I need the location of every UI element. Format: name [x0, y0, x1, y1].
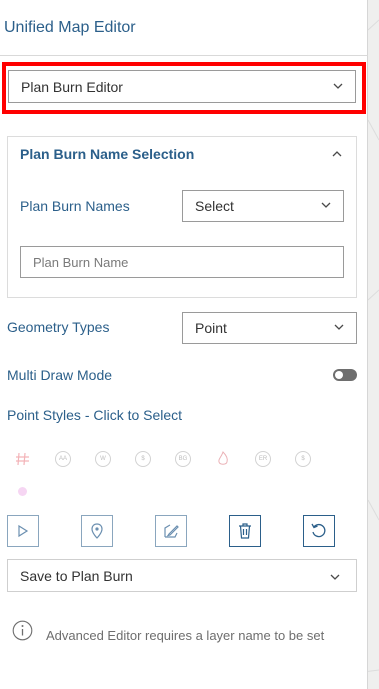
pointer-icon: [18, 524, 29, 538]
chevron-down-icon: [321, 202, 331, 208]
point-styles-label: Point Styles - Click to Select: [7, 407, 183, 423]
geometry-types-value: Point: [195, 320, 227, 336]
aa-icon[interactable]: AA: [55, 451, 71, 467]
editor-panel: Unified Map Editor Plan Burn Editor Plan…: [0, 0, 368, 689]
edit-icon: [164, 524, 179, 538]
plan-burn-name-input[interactable]: [20, 246, 344, 278]
refresh-icon: [311, 523, 326, 538]
trash-icon: [239, 523, 251, 539]
geometry-types-select[interactable]: Point: [182, 312, 357, 344]
info-message: Advanced Editor requires a layer name to…: [46, 628, 325, 643]
chevron-down-icon: [330, 574, 340, 580]
delete-tool-button[interactable]: [229, 515, 261, 547]
multi-draw-mode-label: Multi Draw Mode: [7, 367, 113, 383]
er-icon[interactable]: ER: [255, 451, 271, 467]
geometry-types-label: Geometry Types: [7, 319, 110, 335]
save-label: Save to Plan Burn: [20, 567, 133, 584]
edit-tool-button[interactable]: [155, 515, 187, 547]
s-icon[interactable]: $: [135, 451, 151, 467]
w-icon[interactable]: W: [95, 451, 111, 467]
info-icon: [12, 620, 33, 641]
plan-burn-names-label: Plan Burn Names: [20, 198, 130, 214]
plan-burn-names-select[interactable]: Select: [182, 190, 344, 222]
flame-icon[interactable]: [215, 450, 231, 468]
section-title: Plan Burn Name Selection: [20, 146, 195, 162]
reset-tool-button[interactable]: [303, 515, 335, 547]
panel-header: Unified Map Editor: [0, 0, 368, 56]
plan-burn-names-value: Select: [195, 198, 234, 214]
panel-title: Unified Map Editor: [4, 19, 136, 36]
marker-tool-button[interactable]: [81, 515, 113, 547]
chevron-down-icon: [334, 324, 344, 330]
highlight-box: [2, 62, 366, 114]
marker-icon: [91, 523, 103, 539]
chevron-up-icon[interactable]: [332, 149, 342, 159]
multi-draw-mode-toggle[interactable]: [333, 369, 357, 381]
bg-icon[interactable]: BG: [175, 451, 191, 467]
dot-icon[interactable]: [18, 487, 27, 496]
toggle-knob: [335, 371, 343, 379]
hash-icon[interactable]: [14, 450, 32, 468]
s-icon[interactable]: $: [295, 451, 311, 467]
pointer-tool-button[interactable]: [7, 515, 39, 547]
save-to-plan-burn-select[interactable]: Save to Plan Burn: [7, 559, 357, 592]
